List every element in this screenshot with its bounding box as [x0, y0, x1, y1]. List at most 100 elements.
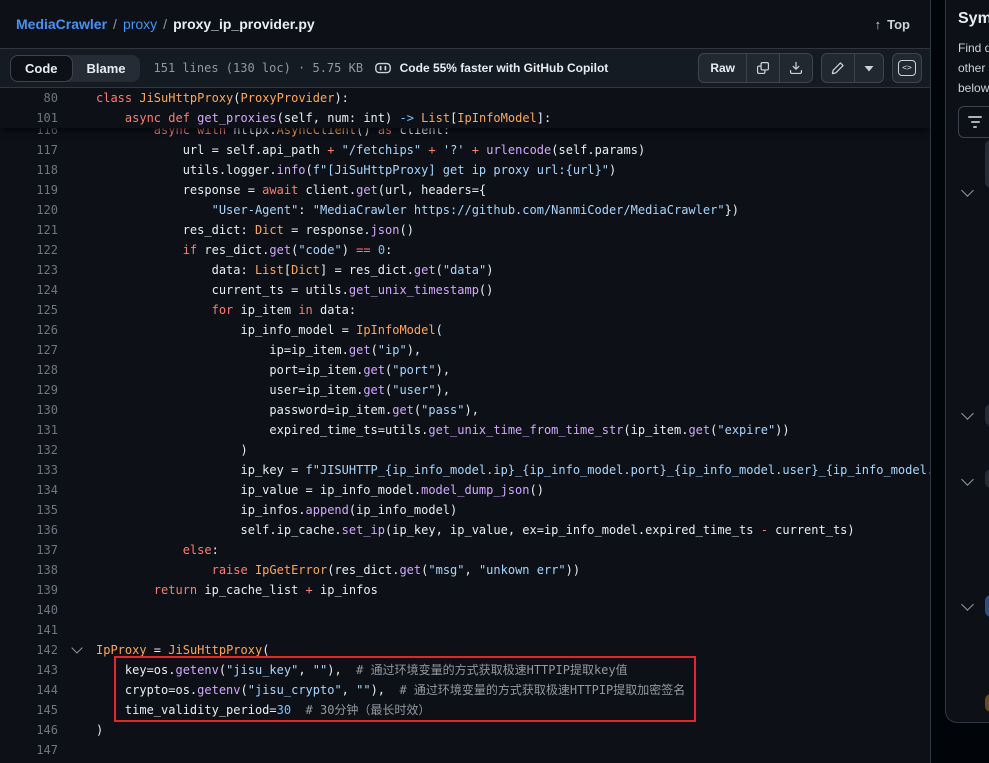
symbol-expand-chevron-icon[interactable]	[961, 473, 974, 486]
line-number[interactable]: 138	[0, 560, 58, 580]
code-text: ip=ip_item.get("ip"),	[96, 343, 421, 357]
line-number[interactable]: 101	[0, 108, 58, 128]
code-line: 120 "User-Agent": "MediaCrawler https://…	[0, 200, 930, 220]
raw-button[interactable]: Raw	[699, 54, 746, 82]
line-number[interactable]: 146	[0, 720, 58, 740]
code-line: 117 url = self.api_path + "/fetchips" + …	[0, 140, 930, 160]
raw-copy-download-group: Raw	[698, 53, 813, 83]
symbols-toggle-button[interactable]: <>	[892, 53, 922, 83]
code-text: )	[96, 443, 248, 457]
breadcrumb-folder-link[interactable]: proxy	[123, 16, 157, 32]
breadcrumb: MediaCrawler/proxy/proxy_ip_provider.py	[16, 16, 315, 32]
symbol-item-fragment	[985, 140, 989, 188]
code-line: 132 )	[0, 440, 930, 460]
line-number[interactable]: 119	[0, 180, 58, 200]
back-to-top-link[interactable]: ↑ Top	[875, 17, 910, 32]
code-line: 119 response = await client.get(url, hea…	[0, 180, 930, 200]
code-line: 135 ip_infos.append(ip_info_model)	[0, 500, 930, 520]
code-line: 129 user=ip_item.get("user"),	[0, 380, 930, 400]
code-line: 128 port=ip_item.get("port"),	[0, 360, 930, 380]
symbols-panel-description: Find definitions and references for func…	[958, 38, 989, 98]
code-text: data: List[Dict] = res_dict.get("data")	[96, 263, 493, 277]
line-number[interactable]: 124	[0, 280, 58, 300]
code-viewer: 116 async with httpx.AsyncClient() as cl…	[0, 88, 930, 763]
edit-dropdown-button[interactable]	[854, 54, 883, 82]
copilot-banner-text: Code 55% faster with GitHub Copilot	[400, 61, 609, 75]
line-number[interactable]: 147	[0, 740, 58, 760]
line-number[interactable]: 142	[0, 640, 58, 660]
code-text: class JiSuHttpProxy(ProxyProvider):	[96, 91, 349, 105]
filter-icon	[968, 113, 982, 131]
edit-group	[821, 53, 884, 83]
code-line: 140	[0, 600, 930, 620]
line-number[interactable]: 132	[0, 440, 58, 460]
code-text: password=ip_item.get("pass"),	[96, 403, 479, 417]
line-number[interactable]: 127	[0, 340, 58, 360]
line-number[interactable]: 125	[0, 300, 58, 320]
line-number[interactable]: 141	[0, 620, 58, 640]
breadcrumb-filename: proxy_ip_provider.py	[173, 16, 315, 32]
code-line: 126 ip_info_model = IpInfoModel(	[0, 320, 930, 340]
breadcrumb-separator: /	[163, 16, 167, 32]
symbol-item-fragment	[985, 404, 989, 426]
collapse-chevron-icon[interactable]	[71, 642, 82, 653]
code-text: raise IpGetError(res_dict.get("msg", "un…	[96, 563, 580, 577]
code-text: res_dict: Dict = response.json()	[96, 223, 414, 237]
download-icon	[789, 61, 803, 75]
code-line: 139 return ip_cache_list + ip_infos	[0, 580, 930, 600]
code-text: utils.logger.info(f"[JiSuHttpProxy] get …	[96, 163, 616, 177]
line-number[interactable]: 134	[0, 480, 58, 500]
download-button[interactable]	[779, 54, 812, 82]
copy-icon	[756, 61, 770, 75]
line-number[interactable]: 129	[0, 380, 58, 400]
copilot-icon	[374, 60, 392, 76]
code-line: 137 else:	[0, 540, 930, 560]
symbol-expand-chevron-icon[interactable]	[961, 184, 974, 197]
back-to-top-label: Top	[887, 17, 910, 32]
symbols-desc-line: other symbols in this file by clicking a…	[958, 58, 989, 78]
code-line: 136 self.ip_cache.set_ip(ip_key, ip_valu…	[0, 520, 930, 540]
line-number[interactable]: 130	[0, 400, 58, 420]
line-number[interactable]: 122	[0, 240, 58, 260]
symbol-expand-chevron-icon[interactable]	[961, 598, 974, 611]
code-line: 118 utils.logger.info(f"[JiSuHttpProxy] …	[0, 160, 930, 180]
line-number[interactable]: 118	[0, 160, 58, 180]
line-number[interactable]: 143	[0, 660, 58, 680]
line-number[interactable]: 145	[0, 700, 58, 720]
line-number[interactable]: 123	[0, 260, 58, 280]
code-text: response = await client.get(url, headers…	[96, 183, 486, 197]
code-line: 134 ip_value = ip_info_model.model_dump_…	[0, 480, 930, 500]
symbols-panel: Symbols Find definitions and references …	[945, 0, 989, 723]
line-number[interactable]: 131	[0, 420, 58, 440]
breadcrumb-repo-link[interactable]: MediaCrawler	[16, 16, 107, 32]
code-text: ip_value = ip_info_model.model_dump_json…	[96, 483, 544, 497]
line-number[interactable]: 139	[0, 580, 58, 600]
line-number[interactable]: 135	[0, 500, 58, 520]
code-text: ip_info_model = IpInfoModel(	[96, 323, 443, 337]
filter-symbols-button[interactable]	[958, 106, 989, 138]
copilot-banner: Code 55% faster with GitHub Copilot	[374, 60, 609, 76]
code-text: current_ts = utils.get_unix_timestamp()	[96, 283, 493, 297]
edit-button[interactable]	[822, 54, 854, 82]
code-text: ip_key = f"JISUHTTP_{ip_info_model.ip}_{…	[96, 463, 930, 477]
line-number[interactable]: 120	[0, 200, 58, 220]
line-number[interactable]: 121	[0, 220, 58, 240]
tab-code[interactable]: Code	[10, 55, 73, 82]
code-line: 127 ip=ip_item.get("ip"),	[0, 340, 930, 360]
line-number[interactable]: 144	[0, 680, 58, 700]
line-number[interactable]: 133	[0, 460, 58, 480]
line-number[interactable]: 137	[0, 540, 58, 560]
code-text: else:	[96, 543, 219, 557]
line-number[interactable]: 117	[0, 140, 58, 160]
symbol-item-fragment	[985, 595, 989, 617]
symbol-expand-chevron-icon[interactable]	[961, 407, 974, 420]
line-number[interactable]: 140	[0, 600, 58, 620]
line-number[interactable]: 128	[0, 360, 58, 380]
line-number[interactable]: 126	[0, 320, 58, 340]
line-number[interactable]: 136	[0, 520, 58, 540]
tab-blame[interactable]: Blame	[73, 56, 140, 81]
pencil-icon	[831, 61, 845, 75]
copy-button[interactable]	[746, 54, 779, 82]
code-line: 147	[0, 740, 930, 760]
line-number[interactable]: 80	[0, 88, 58, 108]
